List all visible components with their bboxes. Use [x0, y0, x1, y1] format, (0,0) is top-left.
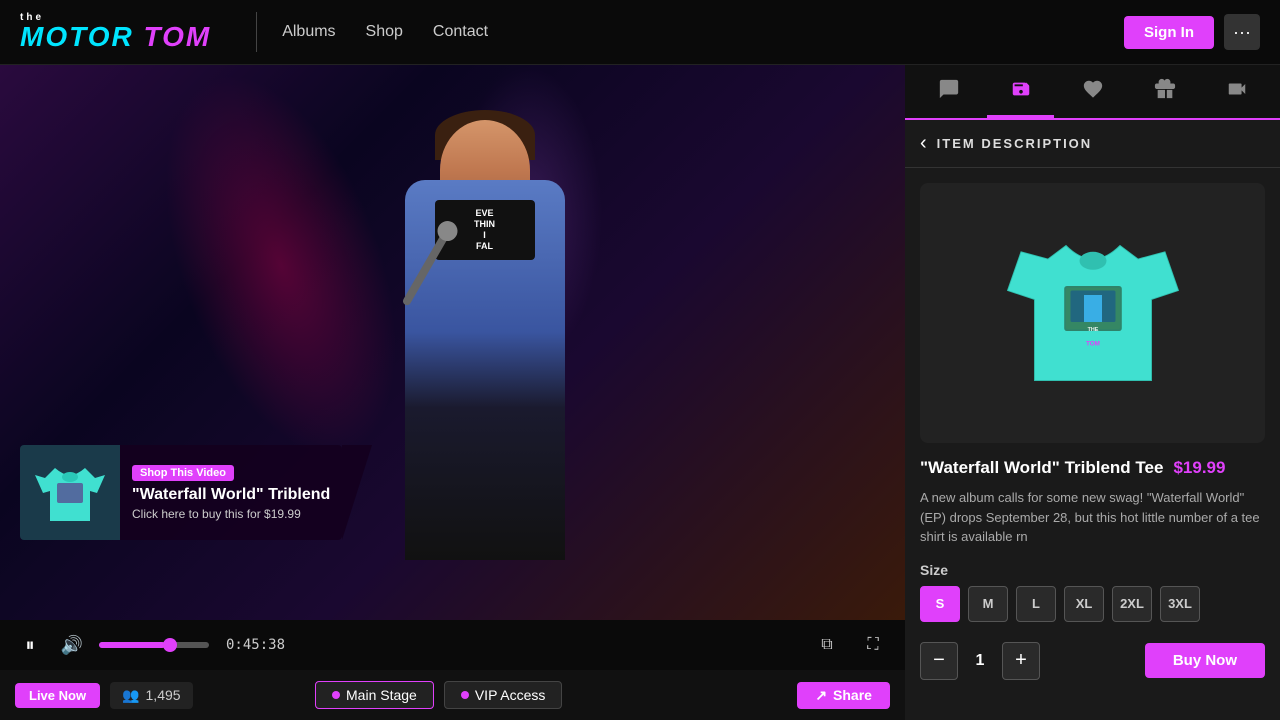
product-name: "Waterfall World" Triblend Tee: [920, 458, 1163, 478]
shop-thumbnail: [20, 445, 120, 540]
nav-contact[interactable]: Contact: [433, 23, 488, 41]
product-description: A new album calls for some new swag! "Wa…: [920, 488, 1265, 547]
video-icon: [1226, 78, 1248, 100]
pause-icon: ⏸: [26, 635, 35, 656]
size-2xl[interactable]: 2XL: [1112, 586, 1152, 622]
pause-button[interactable]: ⏸: [15, 630, 45, 660]
video-area: EVETHINIFAL: [0, 65, 905, 620]
shop-triangle: [342, 445, 372, 540]
volume-thumb: [163, 638, 177, 652]
tab-video[interactable]: [1203, 65, 1270, 118]
nav-albums[interactable]: Albums: [282, 23, 335, 41]
svg-text:THE: THE: [1087, 327, 1098, 333]
pip-button[interactable]: ⧉: [810, 628, 844, 662]
pip-icon: ⧉: [821, 636, 832, 654]
size-label: Size: [920, 562, 1265, 578]
buy-now-button[interactable]: Buy Now: [1145, 643, 1265, 678]
volume-slider[interactable]: [99, 642, 209, 648]
size-xl[interactable]: XL: [1064, 586, 1104, 622]
chat-icon: [938, 78, 960, 100]
fullscreen-icon: ⛶: [867, 636, 878, 654]
video-bottom-bar: Live Now 👥 1,495 Main Stage VIP Access ↗…: [0, 670, 905, 720]
product-image-shirt: THE MOTOR TOM: [1003, 223, 1183, 403]
video-background: EVETHINIFAL: [0, 65, 905, 620]
product-name-row: "Waterfall World" Triblend Tee $19.99: [920, 458, 1265, 478]
quantity-minus-button[interactable]: −: [920, 642, 958, 680]
right-panel: ‹ ITEM DESCRIPTION THE: [905, 65, 1280, 720]
tab-shop[interactable]: [987, 65, 1054, 118]
vip-dot: [461, 691, 469, 699]
back-button[interactable]: ‹: [920, 132, 927, 155]
main-stage-button[interactable]: Main Stage: [315, 681, 434, 709]
header: the MOTOR TOM Albums Shop Contact Sign I…: [0, 0, 1280, 65]
performer-body: EVETHINIFAL: [405, 180, 565, 560]
product-image-area: THE MOTOR TOM: [920, 183, 1265, 443]
shop-thumbnail-shirt: [35, 463, 105, 523]
item-description-content: THE MOTOR TOM "Waterfall World" Triblend…: [905, 168, 1280, 720]
shop-icon: [1010, 78, 1032, 100]
header-divider: [256, 12, 257, 52]
shop-item-cta: Click here to buy this for $19.99: [132, 507, 330, 521]
shop-tag: Shop This Video: [132, 465, 234, 481]
gift-icon: [1154, 78, 1176, 100]
nav-shop[interactable]: Shop: [366, 23, 403, 41]
panel-header: ‹ ITEM DESCRIPTION: [905, 120, 1280, 168]
stream-buttons: Main Stage VIP Access: [315, 681, 562, 709]
volume-button[interactable]: 🔊: [57, 630, 87, 660]
performer: EVETHINIFAL: [325, 140, 645, 560]
viewer-icon: 👥: [122, 687, 139, 704]
live-badge: Live Now: [15, 683, 100, 708]
tab-favorites[interactable]: [1059, 65, 1126, 118]
panel-title: ITEM DESCRIPTION: [937, 136, 1093, 151]
sign-in-button[interactable]: Sign In: [1124, 16, 1214, 49]
tab-gifts[interactable]: [1131, 65, 1198, 118]
size-m[interactable]: M: [968, 586, 1008, 622]
shop-item-name: "Waterfall World" Triblend: [132, 486, 330, 504]
main-stage-dot: [332, 691, 340, 699]
svg-text:MOTOR: MOTOR: [1081, 333, 1105, 340]
quantity-plus-button[interactable]: +: [1002, 642, 1040, 680]
product-price: $19.99: [1173, 458, 1225, 478]
video-panel: EVETHINIFAL: [0, 65, 905, 720]
main-nav: Albums Shop Contact: [282, 23, 1124, 41]
viewer-number: 1,495: [146, 687, 181, 703]
size-s[interactable]: S: [920, 586, 960, 622]
more-button[interactable]: ···: [1224, 14, 1260, 50]
logo-motor: MOTOR: [20, 21, 134, 52]
vip-access-button[interactable]: VIP Access: [444, 681, 563, 709]
viewer-count: 👥 1,495: [110, 682, 192, 709]
shop-overlay[interactable]: Shop This Video "Waterfall World" Trible…: [20, 445, 342, 540]
main-content: EVETHINIFAL: [0, 65, 1280, 720]
share-button[interactable]: ↗ Share: [797, 682, 890, 709]
quantity-value: 1: [970, 652, 990, 670]
header-actions: Sign In ···: [1124, 14, 1260, 50]
size-l[interactable]: L: [1016, 586, 1056, 622]
share-icon: ↗: [815, 687, 827, 704]
time-display: 0:45:38: [226, 637, 285, 653]
share-label: Share: [833, 687, 872, 703]
logo-tom: TOM: [143, 21, 211, 52]
logo: the MOTOR TOM: [20, 13, 211, 51]
video-controls: ⏸ 🔊 0:45:38 ⧉ ⛶: [0, 620, 905, 670]
shop-info: Shop This Video "Waterfall World" Trible…: [120, 445, 342, 540]
volume-icon: 🔊: [61, 635, 83, 656]
panel-tabs: [905, 65, 1280, 120]
quantity-row: − 1 + Buy Now: [920, 642, 1265, 680]
heart-icon: [1082, 78, 1104, 100]
size-3xl[interactable]: 3XL: [1160, 586, 1200, 622]
vip-access-label: VIP Access: [475, 687, 546, 703]
svg-text:TOM: TOM: [1086, 340, 1100, 347]
tab-chat[interactable]: [915, 65, 982, 118]
fullscreen-button[interactable]: ⛶: [856, 628, 890, 662]
main-stage-label: Main Stage: [346, 687, 417, 703]
size-options: S M L XL 2XL 3XL: [920, 586, 1265, 622]
volume-fill: [99, 642, 165, 648]
